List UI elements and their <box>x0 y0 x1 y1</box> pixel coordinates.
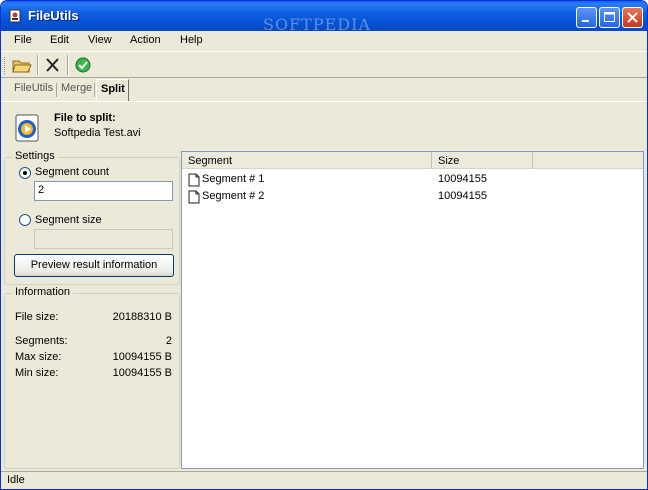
tab-separator <box>94 83 95 97</box>
max-size-row: Max size: 10094155 B <box>15 351 172 365</box>
document-icon <box>188 190 200 204</box>
tab-split[interactable]: Split <box>96 79 129 101</box>
left-pane: Settings Segment count 2 Segment size Pr… <box>3 150 181 469</box>
segments-row: Segments: 2 <box>15 335 172 349</box>
settings-group-title: Settings <box>12 150 58 162</box>
max-size-label: Max size: <box>15 351 62 363</box>
file-size-label: File size: <box>15 311 59 323</box>
list-item[interactable]: Segment # 2 10094155 <box>182 188 643 205</box>
toolbar-grip[interactable] <box>4 57 7 74</box>
tab-fileutils[interactable]: FileUtils <box>14 82 53 94</box>
tab-strip: FileUtils Merge Split <box>1 79 647 101</box>
close-icon <box>627 12 638 23</box>
segment-count-label: Segment count <box>35 166 109 178</box>
file-size-value: 20188310 B <box>112 311 172 323</box>
menu-action[interactable]: Action <box>130 34 161 46</box>
segment-list[interactable]: Segment Size Segment # 1 10094155 Segmen… <box>181 151 644 469</box>
list-item[interactable]: Segment # 1 10094155 <box>182 171 643 188</box>
file-header: File to split: Softpedia Test.avi <box>1 101 647 149</box>
menu-help[interactable]: Help <box>180 34 203 46</box>
segments-value: 2 <box>165 335 172 347</box>
toolbar <box>1 51 647 78</box>
file-size-row: File size: 20188310 B <box>15 311 172 325</box>
segment-size: 10094155 <box>438 173 487 185</box>
menu-edit[interactable]: Edit <box>50 34 69 46</box>
app-icon <box>9 9 21 23</box>
minimize-button[interactable] <box>576 7 597 28</box>
window-title: FileUtils <box>28 8 79 23</box>
segment-size-input[interactable] <box>34 229 173 249</box>
min-size-row: Min size: 10094155 B <box>15 367 172 381</box>
open-folder-icon <box>12 60 32 73</box>
toolbar-separator <box>67 55 69 75</box>
menu-bar: File Edit View Action Help <box>1 31 647 50</box>
settings-group: Settings Segment count 2 Segment size Pr… <box>4 150 180 285</box>
segment-size-label: Segment size <box>35 214 102 226</box>
menu-file[interactable]: File <box>14 34 32 46</box>
information-group: Information File size: 20188310 B Segmen… <box>4 286 180 469</box>
app-window: FileUtils SOFTPEDIA File Edit View Actio… <box>0 0 648 490</box>
information-group-title: Information <box>12 286 74 298</box>
segments-label: Segments: <box>15 335 68 347</box>
maximize-icon <box>604 12 615 22</box>
segment-size-radio[interactable] <box>19 214 31 226</box>
maximize-button[interactable] <box>599 7 620 28</box>
title-bar[interactable]: FileUtils SOFTPEDIA <box>1 1 647 34</box>
minimize-icon <box>582 20 589 22</box>
list-header: Segment Size <box>182 152 643 169</box>
preview-result-button[interactable]: Preview result information <box>14 254 174 277</box>
segment-name: Segment # 2 <box>202 190 265 202</box>
segment-count-input[interactable]: 2 <box>34 181 173 201</box>
tab-separator <box>56 83 57 97</box>
segment-name: Segment # 1 <box>202 173 265 185</box>
segment-size: 10094155 <box>438 190 487 202</box>
tab-merge[interactable]: Merge <box>61 82 92 94</box>
status-text: Idle <box>7 474 25 486</box>
column-header-segment[interactable]: Segment <box>182 152 432 169</box>
segment-count-radio[interactable] <box>19 167 31 179</box>
close-button[interactable] <box>622 7 643 28</box>
delete-icon <box>46 58 59 72</box>
run-button[interactable] <box>71 54 95 76</box>
min-size-label: Min size: <box>15 367 59 379</box>
file-to-split-label: File to split: <box>54 112 116 124</box>
delete-button[interactable] <box>41 54 65 76</box>
menu-view[interactable]: View <box>88 34 112 46</box>
file-name: Softpedia Test.avi <box>54 127 141 139</box>
open-button[interactable] <box>10 54 34 76</box>
min-size-value: 10094155 B <box>112 367 172 379</box>
toolbar-separator <box>37 55 39 75</box>
video-file-icon <box>15 114 39 142</box>
document-icon <box>188 173 200 187</box>
run-icon <box>75 57 91 73</box>
column-header-size[interactable]: Size <box>432 152 533 169</box>
max-size-value: 10094155 B <box>112 351 172 363</box>
status-bar: Idle <box>1 471 647 489</box>
